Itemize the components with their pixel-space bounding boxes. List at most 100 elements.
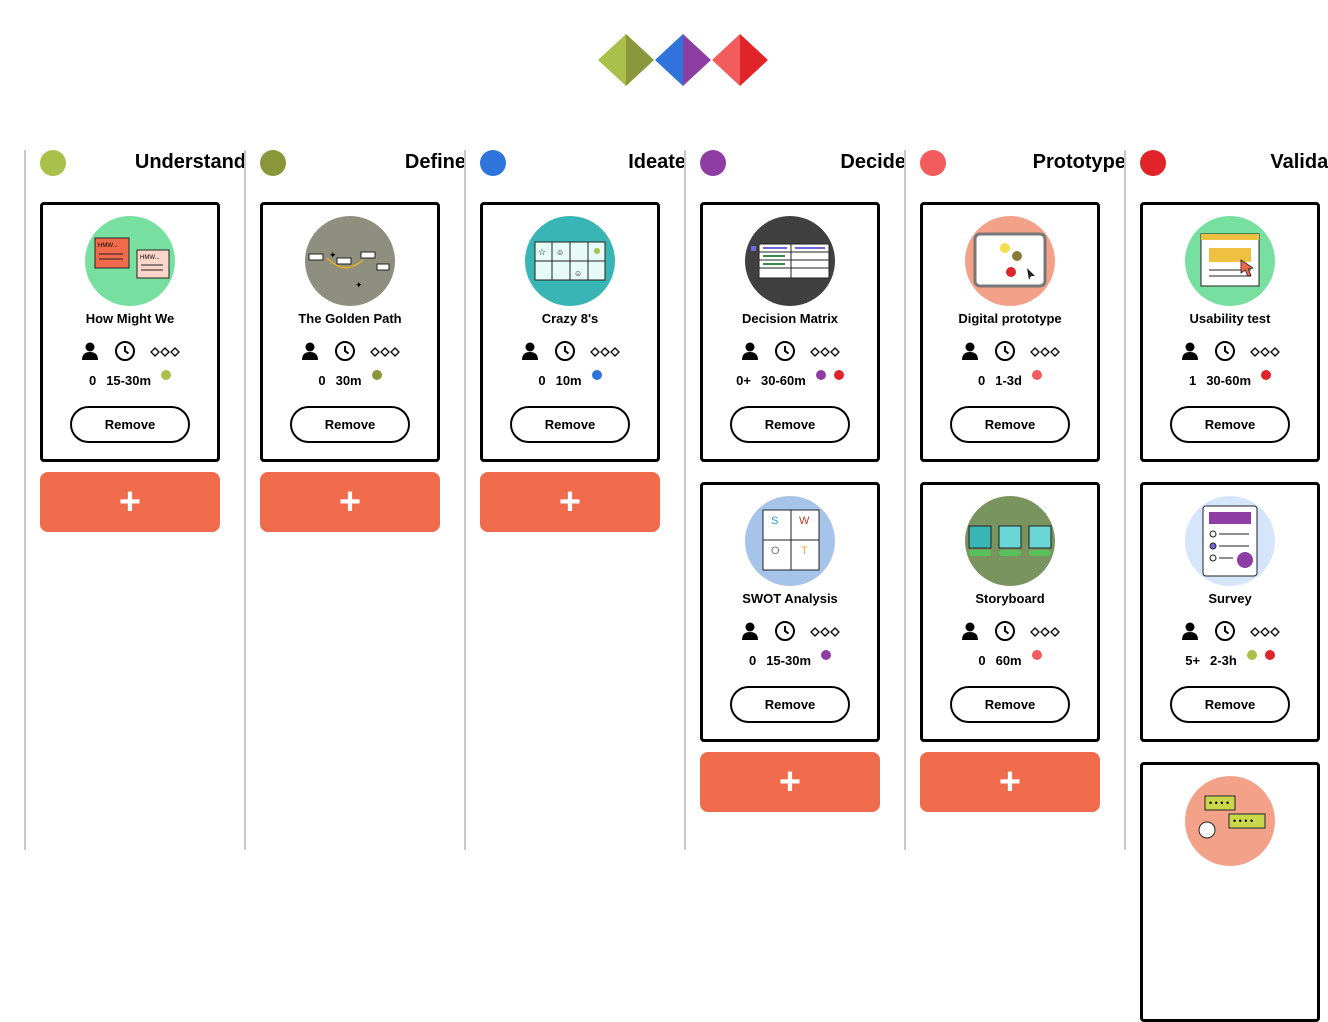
method-thumbnail <box>965 496 1055 586</box>
svg-text:T: T <box>801 545 808 557</box>
remove-button[interactable]: Remove <box>950 406 1070 443</box>
meta-icons <box>923 340 1097 367</box>
column-header: Define <box>260 150 466 176</box>
column-ideate: Ideate ☆ ☺ ☺ Crazy 8's 0 10m Remove + <box>464 150 686 850</box>
remove-button[interactable]: Remove <box>510 406 630 443</box>
method-thumbnail <box>1185 216 1275 306</box>
phase-dot <box>161 370 172 380</box>
phase-dots <box>1031 370 1042 380</box>
meta-icons <box>43 340 217 367</box>
method-card[interactable]: ☆ ☺ ☺ Crazy 8's 0 10m Remove <box>480 202 660 462</box>
svg-text:W: W <box>799 515 810 527</box>
method-card[interactable]: Digital prototype 0 1-3d Remove <box>920 202 1100 462</box>
column-header: Decide <box>700 150 906 176</box>
method-card[interactable]: Decision Matrix 0+ 30-60m Remove <box>700 202 880 462</box>
clock-icon <box>1214 340 1236 367</box>
meta-values: 0 60m <box>923 650 1097 669</box>
person-icon <box>1180 341 1200 366</box>
column-title: Decide <box>840 151 906 173</box>
phase-color-dot <box>1140 150 1166 176</box>
meta-values: 0 30m <box>263 370 437 389</box>
phase-dots <box>1031 650 1042 660</box>
add-method-button[interactable]: + <box>480 472 660 532</box>
person-icon <box>300 341 320 366</box>
method-card[interactable]: • • • • • • • • <box>1140 762 1320 1022</box>
svg-text:• • • •: • • • • <box>1233 816 1253 826</box>
remove-button[interactable]: Remove <box>1170 406 1290 443</box>
method-card[interactable]: Survey 5+ 2-3h Remove <box>1140 482 1320 742</box>
phase-dot <box>1264 650 1275 660</box>
people-count: 0+ <box>736 372 751 388</box>
remove-button[interactable]: Remove <box>730 686 850 723</box>
phase-dots <box>1246 650 1275 660</box>
method-card[interactable]: Storyboard 0 60m Remove <box>920 482 1100 742</box>
clock-icon <box>114 340 136 367</box>
diamonds-icon <box>1030 624 1060 642</box>
meta-icons <box>483 340 657 367</box>
meta-values: 0 15-30m <box>703 650 877 669</box>
remove-button[interactable]: Remove <box>1170 686 1290 723</box>
method-card[interactable]: S W O T SWOT Analysis 0 15-30m Remove <box>700 482 880 742</box>
method-card[interactable]: Usability test 1 30-60m Remove <box>1140 202 1320 462</box>
people-count: 0 <box>538 372 546 388</box>
double-diamond-logo <box>598 34 770 93</box>
add-method-button[interactable]: + <box>920 752 1100 812</box>
duration: 15-30m <box>766 652 812 668</box>
method-thumbnail <box>1185 496 1275 586</box>
people-count: 0 <box>318 372 326 388</box>
phase-dot <box>1246 650 1257 660</box>
method-name: How Might We <box>85 311 175 326</box>
method-card[interactable]: HMW... HMW... How Might We 0 15-30m Remove <box>40 202 220 462</box>
person-icon <box>520 341 540 366</box>
remove-button[interactable]: Remove <box>950 686 1070 723</box>
phase-dots <box>161 370 172 380</box>
phase-color-dot <box>700 150 726 176</box>
svg-text:S: S <box>771 515 778 527</box>
column-define: Define ✦ ✦ The Golden Path 0 30m Remove + <box>244 150 466 850</box>
add-method-button[interactable]: + <box>700 752 880 812</box>
meta-icons <box>703 620 877 646</box>
method-thumbnail: • • • • • • • • <box>1185 776 1275 866</box>
diamonds-icon <box>370 344 400 362</box>
meta-values: 5+ 2-3h <box>1143 650 1317 669</box>
remove-button[interactable]: Remove <box>730 406 850 443</box>
column-title: Ideate <box>628 151 686 173</box>
method-thumbnail <box>745 216 835 306</box>
phase-dot <box>371 370 382 380</box>
people-count: 0 <box>978 372 986 388</box>
column-decide: Decide Decision Matrix 0+ 30-60m Remove S <box>684 150 906 850</box>
clock-icon <box>554 340 576 367</box>
person-icon <box>740 341 760 366</box>
add-method-button[interactable]: + <box>40 472 220 532</box>
method-thumbnail: ✦ ✦ <box>305 216 395 306</box>
svg-text:☺: ☺ <box>556 248 564 257</box>
clock-icon <box>994 340 1016 367</box>
svg-text:O: O <box>771 545 780 557</box>
phase-dot <box>1031 650 1042 660</box>
method-card[interactable]: ✦ ✦ The Golden Path 0 30m Remove <box>260 202 440 462</box>
people-count: 0 <box>748 652 757 668</box>
column-validate: Validate Usability test 1 30-60m Remove <box>1124 150 1328 1022</box>
remove-button[interactable]: Remove <box>70 406 190 443</box>
diamonds-icon <box>150 344 180 362</box>
phase-dots <box>371 370 382 380</box>
remove-button[interactable]: Remove <box>290 406 410 443</box>
person-icon <box>740 621 760 646</box>
column-header: Prototype <box>920 150 1126 176</box>
add-method-button[interactable]: + <box>260 472 440 532</box>
meta-icons <box>923 620 1097 645</box>
meta-icons <box>1143 340 1317 367</box>
meta-values: 0 15-30m <box>43 370 217 389</box>
people-count: 1 <box>1188 372 1197 388</box>
diamonds-icon <box>1250 624 1280 642</box>
diamonds-icon <box>810 624 840 642</box>
column-understand: Understand HMW... HMW... How Might We 01… <box>24 150 246 850</box>
column-title: Prototype <box>1032 151 1126 173</box>
phase-color-dot <box>40 150 66 176</box>
method-name: SWOT Analysis <box>742 591 838 606</box>
method-name: Storyboard <box>975 591 1045 606</box>
method-thumbnail: HMW... HMW... <box>85 216 175 306</box>
clock-icon <box>334 340 356 367</box>
column-prototype: Prototype Digital prototype 0 1-3d Remove <box>904 150 1126 850</box>
people-count: 5+ <box>1185 652 1201 668</box>
